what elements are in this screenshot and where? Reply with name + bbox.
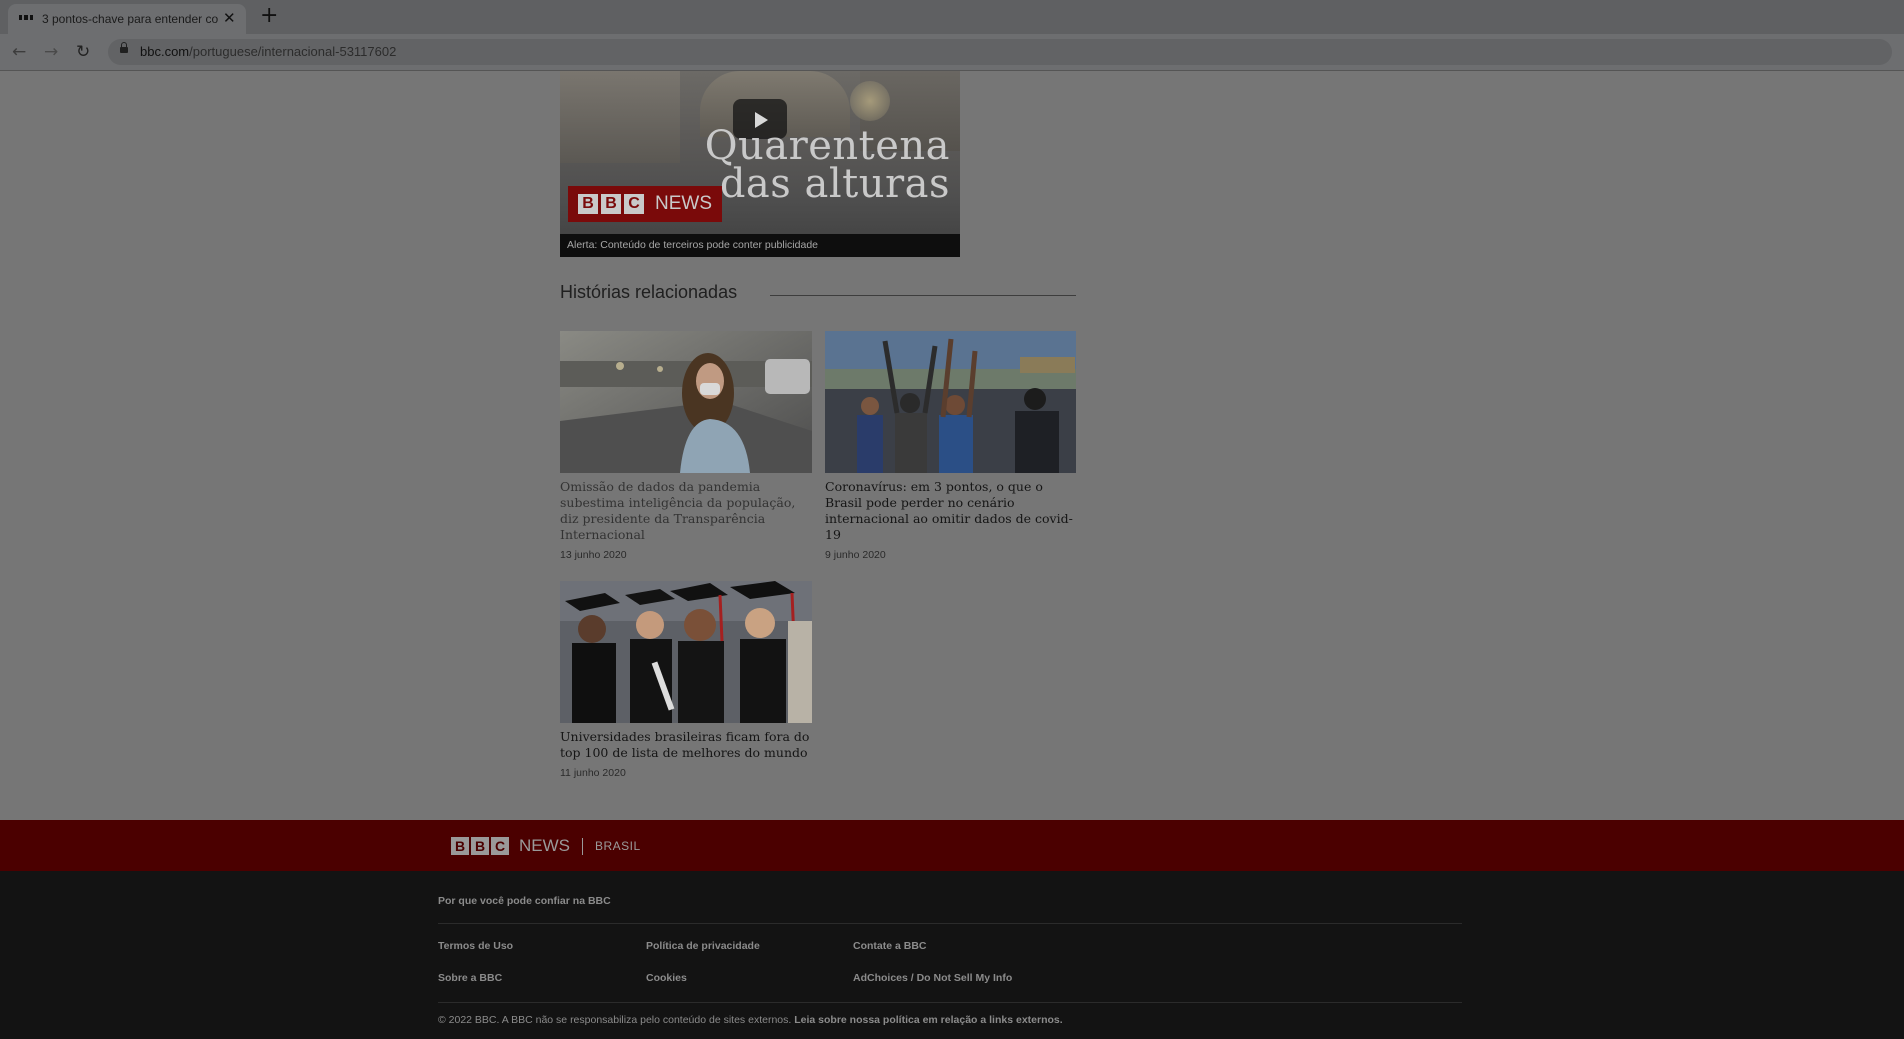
bbc-news-logo: B B C NEWS	[568, 186, 722, 222]
story-title[interactable]: Universidades brasileiras ficam fora do …	[560, 729, 812, 761]
url-path: /portuguese/internacional-53117602	[189, 44, 397, 59]
browser-tab[interactable]: 3 pontos-chave para entender co ✕	[8, 4, 246, 34]
footer-links-area: Por que você pode confiar na BBC Termos …	[0, 871, 1904, 1039]
video-player[interactable]: Quarentena das alturas B B C NEWS Alerta…	[560, 71, 960, 257]
new-tab-button[interactable]: +	[260, 4, 278, 28]
bbc-logo-letter: B	[578, 194, 598, 214]
url-text[interactable]: bbc.com/portuguese/internacional-5311760…	[140, 44, 396, 59]
footer-link-adchoices[interactable]: AdChoices / Do Not Sell My Info	[853, 972, 1012, 984]
story-date: 9 junho 2020	[825, 549, 886, 561]
external-links-policy-link[interactable]: Leia sobre nossa política em relação a l…	[794, 1014, 1062, 1026]
footer-bbc-news-brasil-logo[interactable]: B B C NEWS BRASIL	[451, 836, 641, 856]
logo-separator	[582, 837, 583, 855]
video-title-line1: Quarentena	[704, 123, 950, 169]
story-title[interactable]: Coronavírus: em 3 pontos, o que o Brasil…	[825, 479, 1076, 543]
related-story[interactable]: Omissão de dados da pandemia subestima i…	[560, 331, 812, 561]
footer-link-terms[interactable]: Termos de Uso	[438, 940, 513, 952]
url-host: bbc.com	[140, 44, 190, 59]
story-image-crowd[interactable]	[825, 331, 1076, 473]
browser-tab-bar: 3 pontos-chave para entender co ✕ +	[0, 0, 1904, 34]
footer-divider	[438, 923, 1462, 924]
forward-arrow-icon[interactable]: →	[44, 42, 58, 62]
video-ad-alert: Alerta: Conteúdo de terceiros pode conte…	[560, 234, 960, 257]
address-toolbar: ← → ↻ bbc.com/portuguese/internacional-5…	[0, 34, 1904, 70]
footer-link-contact[interactable]: Contate a BBC	[853, 940, 927, 952]
tab-title: 3 pontos-chave para entender co	[42, 12, 219, 26]
copyright-notice: © 2022 BBC. A BBC não se responsabiliza …	[438, 1014, 792, 1026]
story-image-masked-woman[interactable]	[560, 331, 812, 473]
copyright-text: © 2022 BBC. A BBC não se responsabiliza …	[438, 1014, 1063, 1026]
bbc-logo-letter: B	[471, 837, 489, 855]
story-title[interactable]: Omissão de dados da pandemia subestima i…	[560, 479, 812, 543]
footer-link-cookies[interactable]: Cookies	[646, 972, 687, 984]
video-scene-sun	[850, 81, 890, 121]
article-content: Quarentena das alturas B B C NEWS Alerta…	[0, 71, 1904, 820]
bbc-logo-letter: C	[624, 194, 644, 214]
related-story[interactable]: Universidades brasileiras ficam fora do …	[560, 581, 812, 779]
video-scene-building	[560, 71, 680, 163]
bbc-logo-letter: C	[491, 837, 509, 855]
story-date: 13 junho 2020	[560, 549, 627, 561]
footer-link-privacy[interactable]: Política de privacidade	[646, 940, 760, 952]
story-image-graduates[interactable]	[560, 581, 812, 723]
footer-link-about[interactable]: Sobre a BBC	[438, 972, 502, 984]
heading-divider	[770, 295, 1076, 296]
bbc-logo-letter: B	[601, 194, 621, 214]
video-title-line2: das alturas	[719, 161, 950, 207]
lock-icon[interactable]	[120, 42, 128, 53]
related-story[interactable]: Coronavírus: em 3 pontos, o que o Brasil…	[825, 331, 1076, 561]
close-icon[interactable]: ✕	[223, 9, 236, 27]
bbc-favicon-icon	[19, 15, 33, 21]
video-title: Quarentena das alturas	[704, 123, 950, 207]
footer-divider	[438, 1002, 1462, 1003]
back-arrow-icon[interactable]: ←	[12, 42, 26, 62]
related-stories-heading: Histórias relacionadas	[560, 282, 738, 302]
bbc-logo-letter: B	[451, 837, 469, 855]
logo-region: BRASIL	[595, 839, 641, 853]
bbc-logo-news: NEWS	[655, 193, 712, 214]
address-bar[interactable]: bbc.com/portuguese/internacional-5311760…	[108, 39, 1892, 65]
reload-icon[interactable]: ↻	[76, 42, 90, 62]
bbc-logo-news: NEWS	[519, 836, 570, 855]
story-date: 11 junho 2020	[560, 767, 626, 779]
footer-brand-bar: B B C NEWS BRASIL	[0, 820, 1904, 871]
trust-link[interactable]: Por que você pode confiar na BBC	[438, 895, 611, 907]
